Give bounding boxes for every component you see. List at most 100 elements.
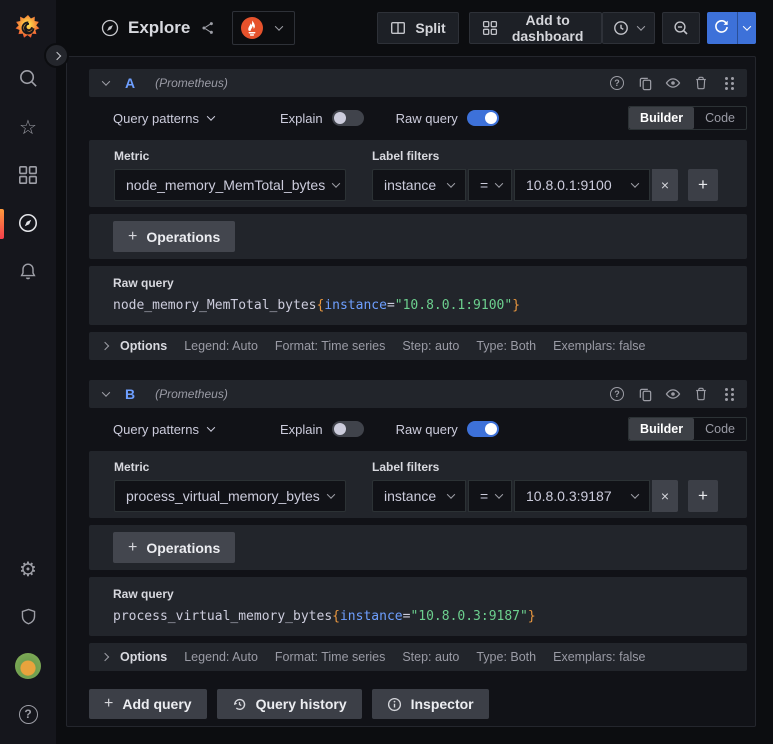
option-exemplars: Exemplars: false	[553, 339, 646, 353]
chevron-right-icon	[100, 341, 110, 351]
drag-handle-icon[interactable]	[721, 75, 737, 91]
filter-value-select[interactable]: 10.8.0.1:9100	[514, 169, 650, 201]
query-row-b: B (Prometheus) ? Query patterns Explain …	[89, 380, 747, 671]
query-options-row[interactable]: Options Legend: Auto Format: Time series…	[89, 332, 747, 360]
raw-query-toggle[interactable]	[466, 421, 499, 437]
query-editor-toolbar: Query patterns Explain Raw query Builder…	[89, 415, 747, 443]
option-step: Step: auto	[402, 339, 460, 353]
drag-handle-icon[interactable]	[721, 386, 737, 402]
chevron-down-icon	[630, 490, 640, 499]
duplicate-query-icon[interactable]	[637, 386, 653, 402]
duplicate-query-icon[interactable]	[637, 75, 653, 91]
sidebar: ☆ ⚙ ?	[0, 0, 56, 744]
query-header[interactable]: B (Prometheus) ?	[89, 380, 747, 408]
explore-footer-actions: + Add query Query history Inspector	[89, 689, 747, 719]
query-editor-toolbar: Query patterns Explain Raw query Builder…	[89, 104, 747, 132]
query-help-icon[interactable]: ?	[609, 75, 625, 91]
grafana-logo[interactable]	[15, 15, 41, 41]
query-builder-card: Metric node_memory_MemTotal_bytes Label …	[89, 140, 747, 207]
plus-icon: +	[698, 175, 708, 194]
plus-icon: +	[104, 695, 114, 712]
top-toolbar: Explore Split Add to dashboard	[0, 0, 773, 56]
chevron-down-icon	[742, 22, 752, 31]
hide-query-eye-icon[interactable]	[665, 386, 681, 402]
query-options-row[interactable]: Options Legend: Auto Format: Time series…	[89, 643, 747, 671]
query-help-icon[interactable]: ?	[609, 386, 625, 402]
sidebar-item-profile[interactable]	[0, 642, 56, 690]
chevron-down-icon	[206, 112, 216, 121]
sidebar-expand-button[interactable]	[44, 43, 69, 68]
query-history-button[interactable]: Query history	[216, 689, 362, 719]
option-legend: Legend: Auto	[184, 339, 258, 353]
metric-select[interactable]: node_memory_MemTotal_bytes	[114, 169, 346, 201]
zoom-out-button[interactable]	[661, 12, 700, 44]
sidebar-item-explore[interactable]	[0, 200, 56, 248]
explain-label: Explain	[280, 110, 323, 126]
query-datasource-label: (Prometheus)	[155, 76, 228, 90]
dashboards-grid-icon	[18, 165, 38, 188]
label-filters-label: Label filters	[372, 149, 440, 163]
search-icon	[18, 68, 39, 92]
sidebar-item-server-admin[interactable]	[0, 594, 56, 642]
sidebar-item-dashboards[interactable]	[0, 152, 56, 200]
chevron-down-icon	[446, 490, 456, 499]
metric-select[interactable]: process_virtual_memory_bytes	[114, 480, 346, 512]
explore-pane: A (Prometheus) ? Query patterns Explain …	[66, 56, 756, 727]
query-letter: A	[125, 75, 136, 91]
query-row-a: A (Prometheus) ? Query patterns Explain …	[89, 69, 747, 360]
explain-toggle[interactable]	[331, 110, 364, 126]
query-datasource-label: (Prometheus)	[155, 387, 228, 401]
explain-toggle[interactable]	[331, 421, 364, 437]
filter-label-select[interactable]: instance	[372, 480, 466, 512]
chevron-down-icon	[326, 490, 336, 499]
query-builder-card: Metric process_virtual_memory_bytes Labe…	[89, 451, 747, 518]
query-patterns-dropdown[interactable]: Query patterns	[113, 111, 216, 126]
raw-query-toggle[interactable]	[466, 110, 499, 126]
add-to-dashboard-button[interactable]: Add to dashboard	[468, 12, 602, 44]
remove-filter-button[interactable]: ×	[652, 480, 678, 512]
option-type: Type: Both	[476, 339, 537, 353]
share-icon[interactable]	[200, 20, 216, 36]
query-letter: B	[125, 386, 136, 402]
option-legend: Legend: Auto	[184, 650, 258, 664]
builder-mode-button[interactable]: Builder	[629, 418, 695, 440]
filter-label-select[interactable]: instance	[372, 169, 466, 201]
chevron-down-icon	[331, 179, 341, 188]
option-type: Type: Both	[476, 650, 537, 664]
delete-query-trash-icon[interactable]	[693, 386, 709, 402]
add-filter-button[interactable]: +	[688, 169, 718, 201]
history-icon	[232, 697, 247, 712]
filter-value-select[interactable]: 10.8.0.3:9187	[514, 480, 650, 512]
builder-mode-button[interactable]: Builder	[629, 107, 695, 129]
datasource-picker[interactable]	[232, 11, 296, 45]
prometheus-icon	[240, 16, 264, 40]
operations-card: + Operations	[89, 525, 747, 570]
code-mode-button[interactable]: Code	[694, 107, 746, 129]
sidebar-item-alerting[interactable]	[0, 248, 56, 296]
sidebar-item-starred[interactable]: ☆	[0, 104, 56, 152]
raw-query-title: Raw query	[113, 276, 174, 290]
sidebar-item-settings[interactable]: ⚙	[0, 546, 56, 594]
query-header[interactable]: A (Prometheus) ?	[89, 69, 747, 97]
collapse-query-chevron-icon[interactable]	[99, 387, 113, 401]
add-operation-button[interactable]: + Operations	[113, 532, 236, 563]
refresh-interval-dropdown[interactable]	[736, 12, 756, 44]
inspector-button[interactable]: Inspector	[371, 689, 489, 719]
add-filter-button[interactable]: +	[688, 480, 718, 512]
remove-filter-button[interactable]: ×	[652, 169, 678, 201]
delete-query-trash-icon[interactable]	[693, 75, 709, 91]
refresh-button[interactable]	[706, 12, 737, 44]
time-range-picker[interactable]	[601, 12, 655, 44]
hide-query-eye-icon[interactable]	[665, 75, 681, 91]
filter-operator-select[interactable]: =	[468, 169, 512, 201]
apps-grid-icon	[482, 20, 498, 36]
collapse-query-chevron-icon[interactable]	[99, 76, 113, 90]
sidebar-item-help[interactable]: ?	[0, 690, 56, 738]
filter-operator-select[interactable]: =	[468, 480, 512, 512]
add-operation-button[interactable]: + Operations	[113, 221, 236, 252]
code-mode-button[interactable]: Code	[694, 418, 746, 440]
option-exemplars: Exemplars: false	[553, 650, 646, 664]
add-query-button[interactable]: + Add query	[89, 689, 207, 719]
split-button[interactable]: Split	[377, 12, 459, 44]
query-patterns-dropdown[interactable]: Query patterns	[113, 422, 216, 437]
